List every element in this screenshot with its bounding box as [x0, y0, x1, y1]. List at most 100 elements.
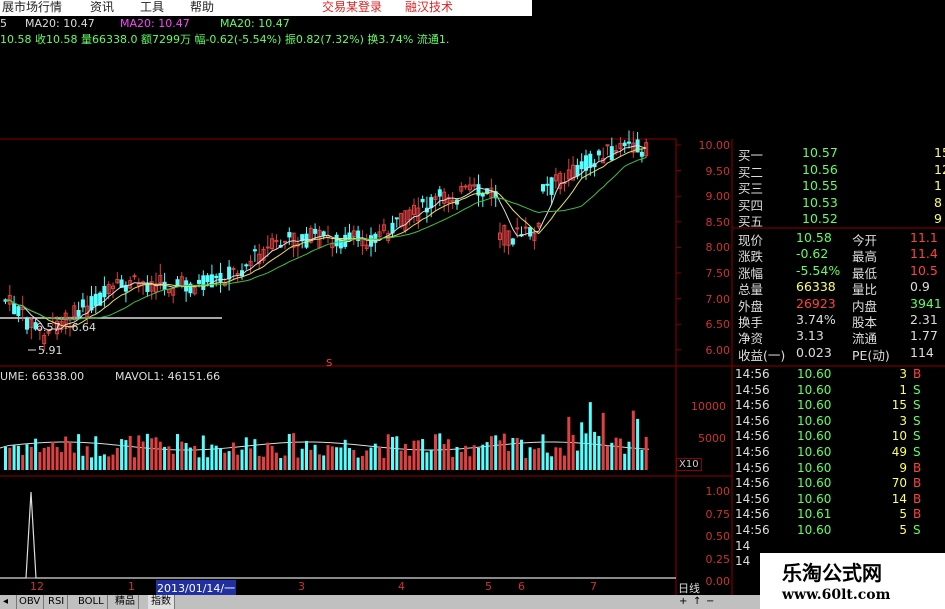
volume-bar: [21, 454, 25, 470]
tab-premium[interactable]: 精品: [112, 595, 139, 609]
tick-volume: 10: [891, 429, 907, 444]
volume-bar: [201, 435, 205, 470]
volume-bar: [296, 457, 300, 470]
candle-body: [76, 310, 81, 317]
x-label-12: 12: [30, 580, 44, 593]
tick-side: B: [913, 476, 922, 491]
stat-value: -5.54%: [796, 262, 841, 278]
period-label[interactable]: 日线: [678, 580, 700, 596]
volume-bar: [120, 439, 124, 470]
candle-body: [338, 239, 343, 249]
price-axis-label: 9.00: [705, 190, 731, 204]
candle-body: [12, 303, 17, 315]
volume-bar: [597, 436, 601, 470]
volume-bar: [34, 438, 38, 470]
tick-volume: 14: [891, 491, 907, 506]
candle-body: [575, 164, 580, 177]
volume-bar: [206, 457, 210, 470]
tab-boll[interactable]: BOLL: [75, 595, 108, 609]
candle-body: [16, 306, 21, 316]
volume-bar: [545, 452, 549, 470]
tick-time: 14:56: [735, 382, 770, 397]
volume-bar: [85, 446, 89, 470]
candle-body: [102, 285, 107, 298]
indicator-axis-label: 0.50: [705, 530, 731, 543]
volume-bar: [614, 437, 618, 470]
candle-body: [596, 150, 601, 156]
zoom-in-icon[interactable]: +: [676, 595, 690, 609]
volume-bar: [266, 442, 270, 470]
bid-volume: 9: [934, 211, 942, 226]
mavol-label: MAVOL1: 46151.66: [115, 370, 221, 383]
volume-bar: [317, 454, 321, 470]
volume-bar: [223, 452, 227, 470]
volume-bar: [606, 445, 609, 470]
volume-bar: [434, 434, 437, 470]
tick-volume: 5: [899, 507, 907, 522]
volume-bar: [442, 444, 446, 470]
volume-bar: [352, 450, 356, 470]
tick-side: S: [913, 382, 921, 397]
volume-bar: [339, 447, 343, 470]
tick-side: S: [913, 413, 921, 428]
candle-body: [321, 231, 326, 236]
zoom-out-icon[interactable]: −: [703, 595, 717, 609]
volume-bar: [193, 445, 197, 470]
candle-body: [528, 227, 533, 237]
tab-obv[interactable]: OBV: [16, 595, 45, 609]
tick-price: 10.60: [797, 382, 832, 397]
volume-bar: [214, 445, 218, 470]
volume-bar: [365, 450, 369, 470]
candle-body: [579, 161, 584, 170]
volume-bar: [550, 456, 554, 470]
volume-bar: [459, 451, 463, 470]
stat-value: 66338: [796, 279, 836, 295]
tick-price: 10.60: [797, 523, 832, 537]
volume-bar: [90, 457, 93, 470]
price-axis-label: 10.00: [698, 139, 731, 152]
volume-bar: [502, 433, 506, 470]
tick-time: 14:56: [735, 429, 770, 444]
tab-scroll-left[interactable]: ◂: [0, 595, 17, 609]
volume-bar: [38, 452, 42, 470]
volume-bar: [644, 436, 648, 470]
volume-bar: [451, 456, 455, 470]
candle-body: [227, 266, 232, 280]
candle-body: [93, 293, 98, 306]
tick-time: 14:56: [735, 491, 770, 506]
volume-bar: [167, 446, 171, 470]
candle-body: [334, 234, 339, 247]
tick-time: 14:56: [735, 367, 770, 381]
volume-bar: [524, 457, 528, 470]
signal-marker: S: [326, 358, 333, 369]
volume-bar: [584, 433, 588, 470]
volume-bar: [176, 434, 179, 470]
tick-side: B: [913, 491, 922, 506]
tab-rsi[interactable]: RSI: [45, 595, 69, 609]
tab-index[interactable]: 指数: [148, 595, 175, 609]
volume-bar: [94, 436, 98, 470]
volume-bar: [274, 452, 278, 470]
watermark-title: 乐淘公式网: [782, 561, 882, 585]
candle-body: [609, 146, 614, 161]
volume-bar: [438, 433, 442, 470]
volume-bar: [356, 457, 360, 470]
bid-price: 10.53: [802, 194, 838, 210]
indicator-axis-label: 1.00: [705, 485, 731, 498]
volume-bar: [571, 434, 575, 470]
volume-bar: [330, 446, 334, 470]
volume-bar: [145, 433, 149, 470]
volume-bar: [262, 456, 265, 470]
candle-body: [175, 279, 180, 287]
volume-bar: [227, 451, 231, 470]
vol-axis-5000: 5000: [698, 432, 726, 445]
stat-key: PE(动): [852, 347, 890, 363]
volume-bar: [507, 451, 511, 470]
price-axis-label: 7.50: [705, 267, 731, 280]
indicator-axis-label: 0.25: [705, 552, 731, 566]
volume-bar: [240, 449, 244, 470]
candle-body: [201, 275, 206, 290]
tick-time: 14: [735, 554, 751, 569]
tick-side: B: [913, 460, 922, 475]
tick-price: 10.60: [797, 413, 832, 428]
